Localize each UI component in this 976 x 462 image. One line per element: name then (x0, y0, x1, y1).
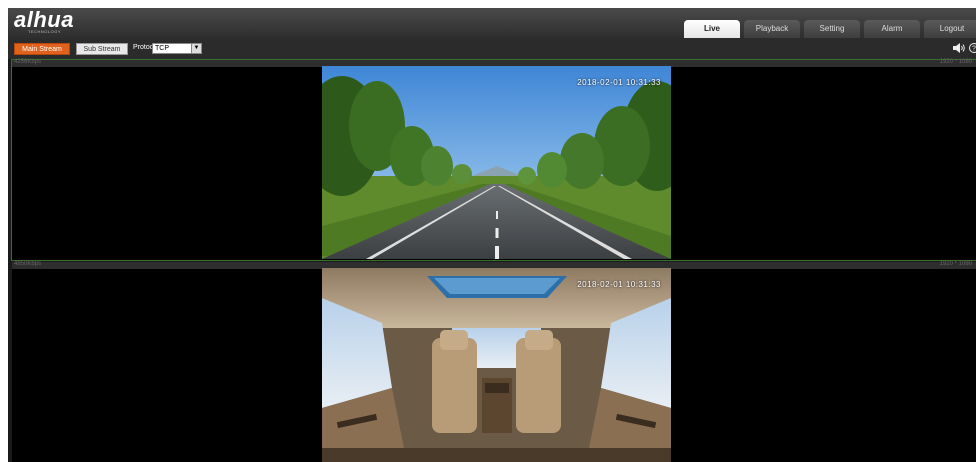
protocol-value: TCP (155, 45, 169, 52)
resolution-label: 1920 * 1080 (939, 59, 972, 65)
bitrate-label: 4850Kbps (14, 261, 42, 267)
volume-icon[interactable] (953, 43, 965, 53)
main-tabs: Live Playback Setting Alarm Logout (684, 20, 976, 38)
video-channel-2[interactable]: 4850Kbps 1920 * 1080 2018-02-01 10:31:33 (12, 261, 976, 462)
svg-text:?: ? (972, 46, 976, 53)
resolution-label: 1920 * 1080 (939, 261, 972, 267)
video-feed-car-interior: 2018-02-01 10:31:33 (322, 268, 671, 462)
video-feed-road: 2018-02-01 10:31:33 (322, 66, 671, 259)
tab-playback[interactable]: Playback (744, 20, 800, 38)
tab-alarm[interactable]: Alarm (864, 20, 920, 38)
help-icon[interactable]: ? (969, 42, 976, 54)
tab-setting[interactable]: Setting (804, 20, 860, 38)
logo-subtitle: TECHNOLOGY (28, 29, 62, 34)
road-scene-image (322, 66, 671, 259)
main-stream-button[interactable]: Main Stream (14, 43, 70, 55)
protocol-select[interactable]: TCP ▼ (152, 43, 202, 54)
tab-logout[interactable]: Logout (924, 20, 976, 38)
video-channel-1[interactable]: 4256Kbps 1920 * 1080 2018-02-01 10:31:33 (11, 59, 976, 261)
tab-live[interactable]: Live (684, 20, 740, 38)
video-timestamp: 2018-02-01 10:31:33 (577, 78, 661, 87)
car-interior-image (322, 268, 671, 462)
bitrate-label: 4256Kbps (14, 59, 42, 65)
toolbar: Main Stream Sub Stream Protocol TCP ▼ (8, 38, 976, 59)
chevron-down-icon: ▼ (191, 44, 201, 53)
app-window: alhua TECHNOLOGY Live Playback Setting A… (8, 8, 976, 462)
video-timestamp: 2018-02-01 10:31:33 (577, 280, 661, 289)
sub-stream-button[interactable]: Sub Stream (76, 43, 128, 55)
header: alhua TECHNOLOGY Live Playback Setting A… (8, 8, 976, 38)
